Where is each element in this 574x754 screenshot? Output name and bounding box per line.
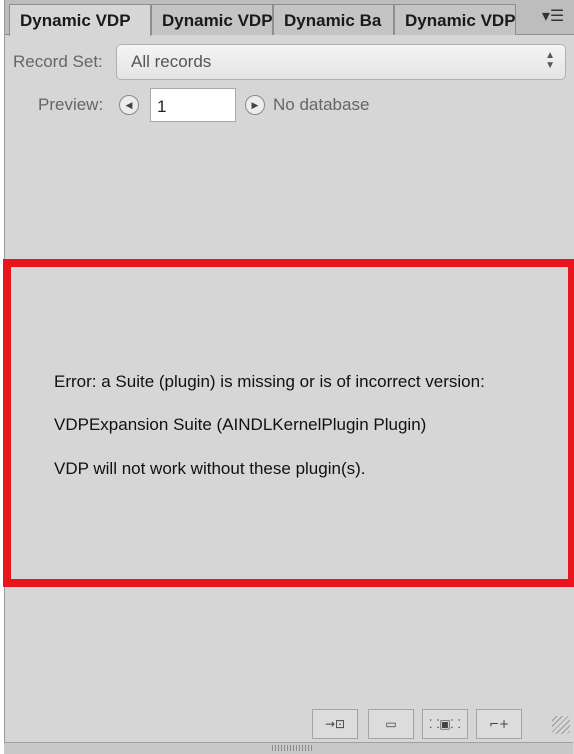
record-icon[interactable]: ▭ <box>368 709 414 739</box>
error-line-3: VDP will not work without these plugin(s… <box>54 459 366 478</box>
record-set-label: Record Set: <box>13 52 103 71</box>
error-message-box: Error: a Suite (plugin) is missing or is… <box>3 259 574 587</box>
tab-dynamic-vdp-2[interactable]: Dynamic VDP <box>151 4 273 35</box>
record-set-value: All records <box>131 52 212 71</box>
resize-grip-icon[interactable] <box>552 716 570 734</box>
next-record-button[interactable]: ▶ <box>245 95 265 115</box>
tab-dynamic-ba[interactable]: Dynamic Ba <box>273 4 394 35</box>
insert-field-icon[interactable]: →⊡ <box>312 709 358 739</box>
error-line-1: Error: a Suite (plugin) is missing or is… <box>54 372 485 391</box>
fit-frame-icon[interactable]: ⸬▣⸬ <box>422 709 468 739</box>
error-line-2: VDPExpansion Suite (AINDLKernelPlugin Pl… <box>54 415 427 434</box>
previous-record-button[interactable]: ◀ <box>119 95 139 115</box>
tab-dynamic-vdp-3[interactable]: Dynamic VDP <box>394 4 516 35</box>
drag-handle-icon[interactable] <box>272 745 312 751</box>
record-set-select[interactable]: All records ▲ ▼ <box>116 44 566 80</box>
tab-bar: Dynamic VDP Dynamic VDP Dynamic Ba Dynam… <box>5 0 574 36</box>
record-number-input[interactable]: 1 <box>150 88 236 122</box>
tab-dynamic-vdp-1[interactable]: Dynamic VDP <box>9 4 151 36</box>
panel-bottom-bar <box>4 742 573 754</box>
stepper-arrows-icon: ▲ ▼ <box>545 50 555 71</box>
panel-menu-icon[interactable]: ▾☰ <box>540 6 566 28</box>
new-frame-icon[interactable]: ⌐+ <box>476 709 522 739</box>
database-status: No database <box>273 95 370 114</box>
preview-label: Preview: <box>38 95 104 114</box>
